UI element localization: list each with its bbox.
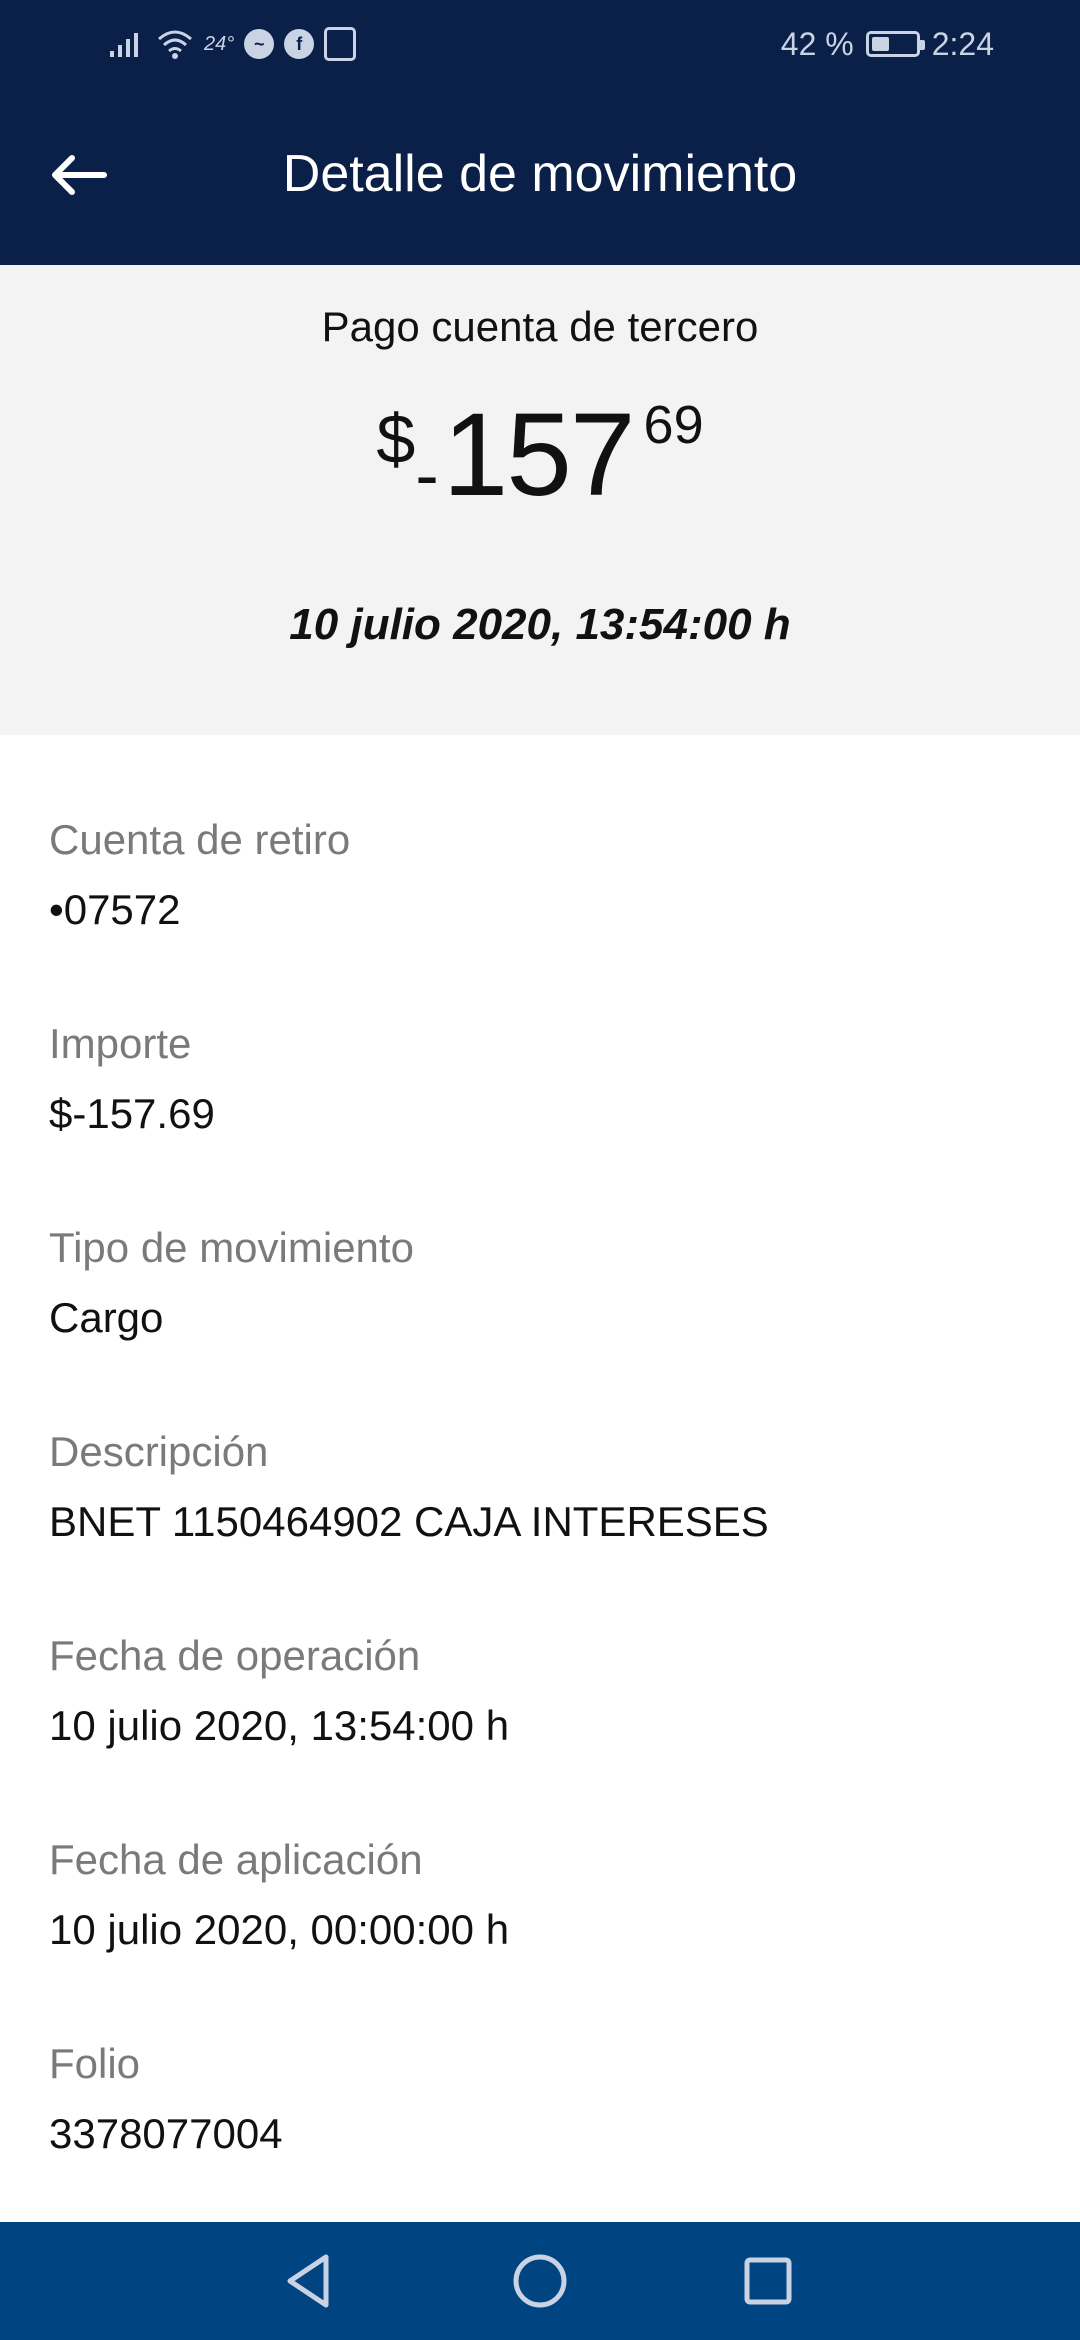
detail-value: 10 julio 2020, 13:54:00 h xyxy=(49,1702,510,1749)
detail-value: BNET 1150464902 CAJA INTERESES xyxy=(49,1498,769,1545)
status-icons-right: 42 % 2:24 xyxy=(781,22,994,66)
nav-recents-button[interactable] xyxy=(733,2246,803,2316)
movement-concept: Pago cuenta de tercero xyxy=(321,303,759,350)
detail-item-operation-date: Fecha de operación 10 julio 2020, 13:54:… xyxy=(49,1628,1039,1820)
signal-icon xyxy=(110,33,138,57)
circle-home-icon xyxy=(513,2254,567,2308)
detail-item-description: Descripción BNET 1150464902 CAJA INTERES… xyxy=(49,1424,1039,1616)
detail-item-movement-type: Tipo de movimiento Cargo xyxy=(49,1220,1039,1412)
battery-percent: 42 % xyxy=(780,25,854,62)
movement-summary: Pago cuenta de tercero $ - 157 69 10 jul… xyxy=(0,265,1080,735)
nav-back-button[interactable] xyxy=(274,2246,344,2316)
detail-label: Fecha de operación xyxy=(49,1632,421,1679)
detail-value: Cargo xyxy=(49,1294,164,1341)
wifi-icon xyxy=(158,30,192,59)
movement-amount: $ - 157 69 xyxy=(0,395,1080,515)
detail-list: Cuenta de retiro •07572 Importe $-157.69… xyxy=(49,800,1039,2228)
detail-value: 3378077004 xyxy=(49,2110,283,2157)
amount-currency: $ xyxy=(376,400,416,478)
notification-app-icon xyxy=(324,27,357,61)
detail-value: •07572 xyxy=(49,886,181,933)
messenger-icon: ~ xyxy=(244,29,275,59)
detail-item-withdrawal-account: Cuenta de retiro •07572 xyxy=(49,812,1039,1004)
amount-integer: 157 xyxy=(442,389,636,521)
system-nav-bar xyxy=(0,2222,1080,2340)
page-title: Detalle de movimiento xyxy=(282,145,798,203)
status-time: 2:24 xyxy=(931,25,994,62)
app-bar: Detalle de movimiento xyxy=(0,86,1080,265)
battery-level xyxy=(871,37,890,51)
facebook-icon: f xyxy=(284,29,315,59)
detail-label: Folio xyxy=(49,2040,141,2087)
detail-item-amount: Importe $-157.69 xyxy=(49,1016,1039,1208)
detail-label: Importe xyxy=(49,1020,192,1067)
detail-item-application-date: Fecha de aplicación 10 julio 2020, 00:00… xyxy=(49,1832,1039,2024)
amount-sign: - xyxy=(415,436,439,514)
detail-value: 10 julio 2020, 00:00:00 h xyxy=(49,1906,510,1953)
square-recents-icon xyxy=(744,2257,792,2305)
detail-label: Tipo de movimiento xyxy=(49,1224,414,1271)
detail-value: $-157.69 xyxy=(49,1090,215,1137)
detail-label: Descripción xyxy=(49,1428,269,1475)
amount-decimal: 69 xyxy=(643,395,704,455)
detail-label: Cuenta de retiro xyxy=(49,816,351,863)
nav-home-button[interactable] xyxy=(505,2246,575,2316)
detail-label: Fecha de aplicación xyxy=(49,1836,423,1883)
detail-item-folio: Folio 3378077004 xyxy=(49,2036,1039,2228)
status-bar: 24° ~ f 42 % 2:24 xyxy=(0,0,1080,86)
movement-datetime: 10 julio 2020, 13:54:00 h xyxy=(289,600,791,649)
temperature-text: 24° xyxy=(204,32,235,55)
triangle-back-icon xyxy=(287,2254,329,2308)
battery-icon xyxy=(865,31,925,57)
status-icons-left: 24° ~ f xyxy=(108,22,357,66)
